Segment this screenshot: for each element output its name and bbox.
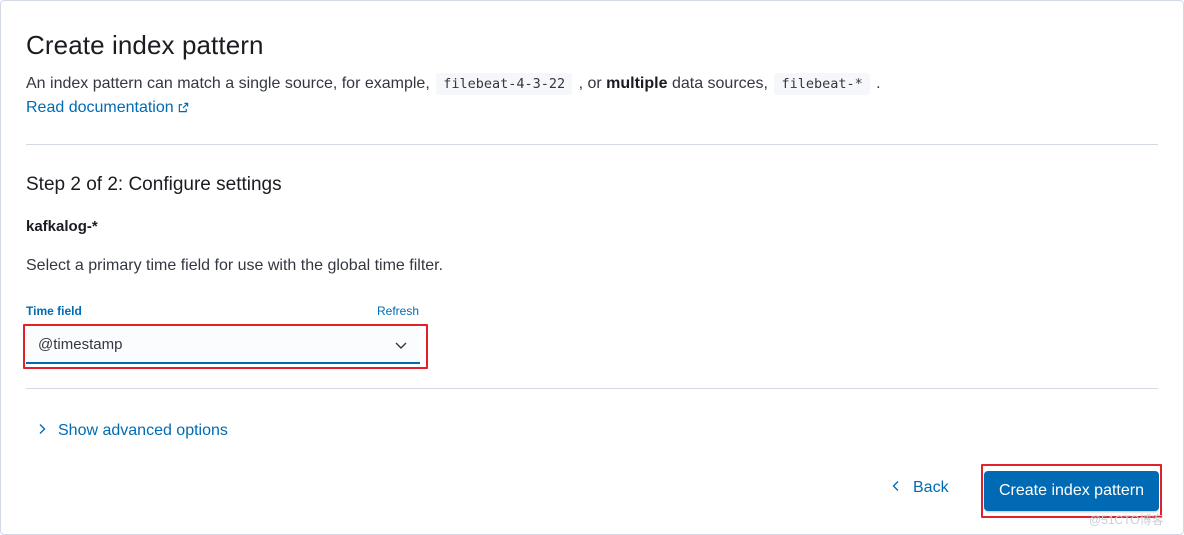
section-divider-bottom — [26, 388, 1158, 389]
index-pattern-name: kafkalog-* — [26, 218, 98, 235]
chevron-right-icon — [37, 422, 47, 440]
chevron-left-icon — [891, 479, 901, 497]
time-field-label: Time field — [26, 304, 82, 318]
create-index-pattern-panel: Create index pattern An index pattern ca… — [0, 0, 1184, 535]
time-field-highlight-box — [23, 324, 428, 369]
example-code-multiple: filebeat-* — [774, 73, 870, 95]
section-divider-top — [26, 144, 1158, 145]
description-text-4: . — [871, 75, 881, 92]
description-bold: multiple — [606, 75, 668, 92]
refresh-fields-link[interactable]: Refresh — [377, 304, 419, 318]
show-advanced-options-toggle[interactable]: Show advanced options — [37, 422, 228, 440]
back-button-label: Back — [913, 479, 949, 496]
time-field-hint: Select a primary time field for use with… — [26, 257, 444, 274]
description-text-1: An index pattern can match a single sour… — [26, 75, 435, 92]
example-code-single: filebeat-4-3-22 — [436, 73, 573, 95]
step-title: Step 2 of 2: Configure settings — [26, 174, 282, 195]
read-documentation-label: Read documentation — [26, 99, 174, 116]
description-text-3: data sources, — [667, 75, 773, 92]
external-link-icon — [178, 98, 189, 120]
show-advanced-options-label: Show advanced options — [58, 422, 228, 439]
page-title: Create index pattern — [26, 30, 264, 60]
create-button-highlight-box — [981, 464, 1162, 518]
read-documentation-link[interactable]: Read documentation — [26, 97, 189, 120]
watermark: @51CTO博客 — [1089, 513, 1164, 527]
back-button[interactable]: Back — [891, 479, 949, 497]
description-text-2: , or — [574, 75, 607, 92]
page-description: An index pattern can match a single sour… — [26, 73, 881, 95]
